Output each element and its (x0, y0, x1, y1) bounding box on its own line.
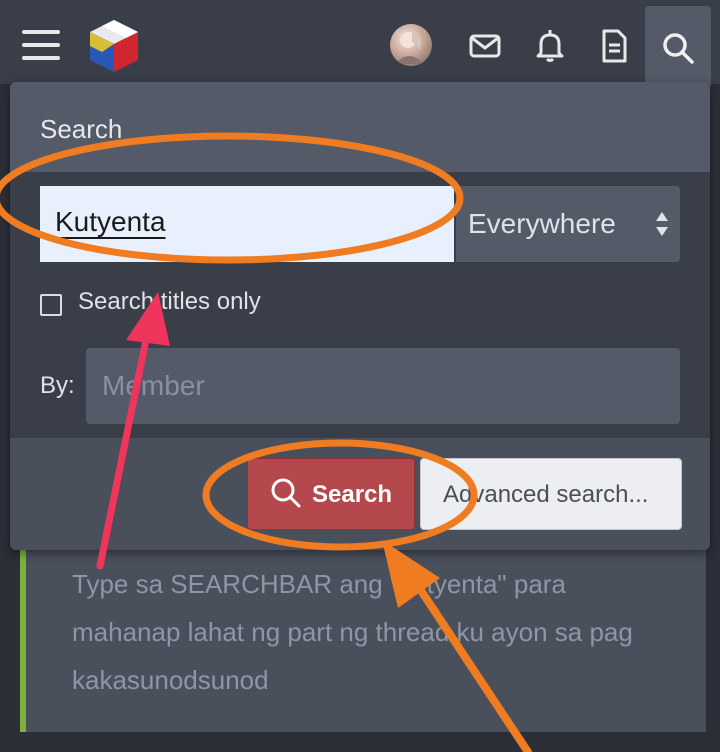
document-icon[interactable] (594, 26, 634, 66)
mail-icon[interactable] (465, 26, 505, 66)
member-input[interactable]: Member (86, 348, 680, 424)
quoted-message: Type sa SEARCHBAR ang "kutyenta" para ma… (20, 540, 706, 732)
search-panel-header: Search (10, 82, 710, 172)
user-avatar[interactable] (390, 24, 432, 66)
search-scope-value: Everywhere (468, 208, 616, 239)
search-icon (271, 478, 301, 508)
site-logo-cube-icon[interactable] (84, 16, 144, 76)
search-icon (663, 33, 694, 64)
search-button-label: Search (312, 481, 393, 508)
search-scope-select[interactable]: Everywhere (456, 186, 680, 262)
by-label: By: (40, 372, 75, 399)
hamburger-icon[interactable] (22, 30, 60, 60)
bell-icon[interactable] (530, 26, 570, 66)
search-panel-title: Search (40, 114, 123, 144)
titles-only-label: Search titles only (78, 288, 261, 315)
keyword-search-value: Kutyenta (55, 206, 166, 237)
search-button[interactable]: Search (247, 458, 415, 530)
select-arrows-icon (656, 212, 668, 236)
top-bar (0, 0, 720, 86)
advanced-search-button[interactable]: Advanced search... (420, 458, 682, 530)
search-tab[interactable] (645, 6, 711, 86)
member-placeholder: Member (102, 370, 205, 401)
advanced-search-label: Advanced search... (443, 481, 649, 508)
message-text: Type sa SEARCHBAR ang "kutyenta" para ma… (72, 569, 633, 695)
titles-only-checkbox[interactable] (40, 294, 62, 316)
search-panel: Search Kutyenta Everywhere Search titles… (10, 82, 710, 550)
